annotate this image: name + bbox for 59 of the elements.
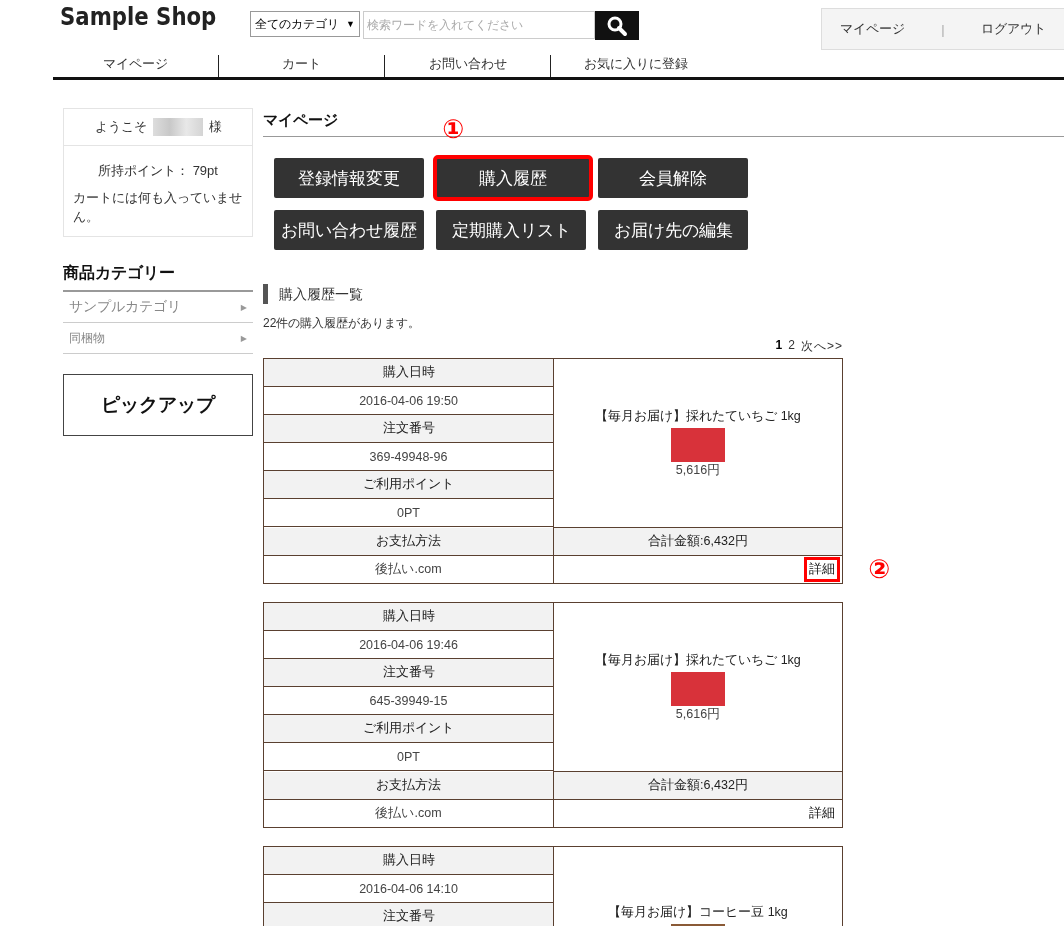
annotation-number: ① <box>442 116 464 142</box>
detail-link[interactable]: 詳細 <box>804 557 840 582</box>
search-field[interactable]: 検索ワードを入れてください <box>363 11 595 39</box>
product-name: 【毎月お届け】採れたていちご 1kg <box>595 651 801 669</box>
pickup-banner[interactable]: ピックアップ <box>63 374 253 436</box>
table-header-cell: お支払方法 <box>264 528 554 556</box>
menu-button[interactable]: お届け先の編集 <box>598 210 748 250</box>
history-count: 22件の購入履歴があります。 <box>263 315 422 332</box>
nav-link[interactable]: お問い合わせ <box>385 55 551 77</box>
table-header-cell: 注文番号 <box>264 659 553 687</box>
category-link[interactable]: サンプルカテゴリ ▶ <box>63 292 253 323</box>
product-name: 【毎月お届け】コーヒー豆 1kg <box>608 904 788 921</box>
product-price: 5,616円 <box>675 461 721 479</box>
menu-button[interactable]: 購入履歴 <box>436 158 590 198</box>
table-header-cell: 購入日時 <box>264 847 553 875</box>
next-page-link[interactable]: 次へ>> <box>801 338 843 355</box>
account-link[interactable]: マイページ <box>840 20 906 38</box>
annotation-number: ② <box>868 556 890 582</box>
table-header-cell: 購入日時 <box>264 603 553 631</box>
search-icon <box>606 14 628 37</box>
table-header-cell: お支払方法 <box>264 772 554 800</box>
category-select[interactable]: 全てのカテゴリ ▼ <box>250 11 360 37</box>
cart-message: カートには何も入っていません。 <box>73 189 243 226</box>
table-header-cell: 注文番号 <box>264 903 553 926</box>
nav-link[interactable]: マイページ <box>53 55 219 77</box>
table-cell: 0PT <box>264 499 553 527</box>
page-link[interactable]: 1 <box>775 338 784 355</box>
welcome-text: ようこそ <box>94 118 147 136</box>
photo-placeholder <box>671 427 725 462</box>
product-name: 【毎月お届け】採れたていちご 1kg <box>595 407 801 425</box>
table-header-cell: 注文番号 <box>264 415 553 443</box>
table-header-cell: ご利用ポイント <box>264 715 553 743</box>
photo-placeholder <box>671 671 725 706</box>
honorific-text: 様 <box>208 118 222 136</box>
table-cell: 後払い.com <box>264 800 554 827</box>
table-cell: 0PT <box>264 743 553 771</box>
table-header-cell: 購入日時 <box>264 359 553 387</box>
menu-button[interactable]: お問い合わせ履歴 <box>274 210 424 250</box>
account-link[interactable]: ログアウト <box>980 20 1046 38</box>
name-redacted-block <box>152 118 203 136</box>
detail-link[interactable]: 詳細 <box>804 801 840 826</box>
table-header-cell: ご利用ポイント <box>264 471 553 499</box>
category-heading: 商品カテゴリー <box>63 263 253 292</box>
nav-link[interactable]: カート <box>219 55 385 77</box>
shop-logo[interactable]: Sample Shop <box>60 2 222 31</box>
table-cell: 後払い.com <box>264 556 554 583</box>
table-header-cell: 合計金額:6,432円 <box>554 528 842 556</box>
page-link[interactable]: 2 <box>788 338 796 355</box>
menu-button[interactable]: 定期購入リスト <box>436 210 586 250</box>
section-heading: 購入履歴一覧 <box>263 284 1064 304</box>
nav-link[interactable]: お気に入りに登録 <box>551 55 721 77</box>
category-link[interactable]: 同梱物 ▶ <box>63 323 253 354</box>
search-button[interactable] <box>595 11 639 40</box>
menu-button[interactable]: 会員解除 <box>598 158 748 198</box>
separator-text: | <box>941 21 945 37</box>
product-price: 5,616円 <box>675 705 721 723</box>
points-text: 所持ポイント： 79pt <box>97 162 219 180</box>
menu-button[interactable]: 登録情報変更 <box>274 158 424 198</box>
table-header-cell: 合計金額:6,432円 <box>554 772 842 800</box>
